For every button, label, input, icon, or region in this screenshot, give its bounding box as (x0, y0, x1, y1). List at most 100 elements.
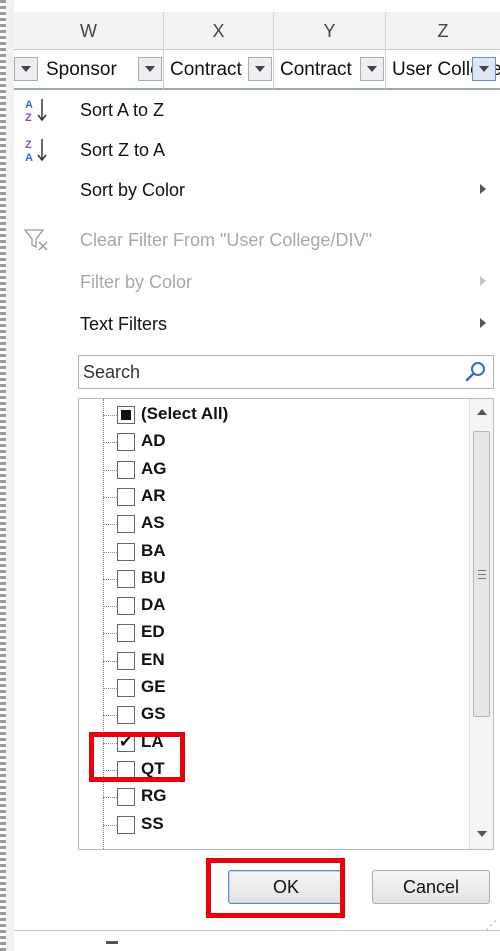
chevron-down-icon (145, 66, 155, 72)
checkbox[interactable] (117, 515, 135, 534)
filter-header-row: Sponsor Contract Contract User College/D… (14, 50, 500, 90)
list-item[interactable]: BA (79, 538, 455, 566)
list-item[interactable]: GS (79, 701, 455, 729)
checkbox[interactable] (117, 487, 135, 506)
menu-text-filters[interactable]: Text Filters (14, 304, 500, 344)
highlight-box-la (89, 732, 185, 782)
list-item[interactable]: (Select All) (79, 401, 455, 429)
sheet-gridline (14, 930, 500, 931)
tree-branch-line (103, 715, 117, 717)
tree-branch-line (103, 551, 117, 553)
list-item[interactable]: BU (79, 565, 455, 593)
list-item-label: ED (141, 622, 165, 642)
filter-dropdown-button[interactable] (14, 57, 38, 81)
column-header-label: X (212, 20, 225, 41)
list-item-label: (Select All) (141, 404, 229, 423)
list-item[interactable]: AS (79, 510, 455, 538)
scroll-down-icon[interactable] (477, 831, 487, 837)
checkbox[interactable] (117, 788, 135, 807)
tree-branch-line (103, 524, 117, 526)
column-header-label: Z (437, 20, 449, 41)
list-item-label: SS (141, 813, 164, 833)
submenu-arrow-icon (480, 184, 486, 194)
sort-ascending-icon: A Z (25, 99, 47, 124)
svg-text:A: A (25, 99, 33, 111)
scroll-up-icon[interactable] (477, 409, 487, 415)
cell-dash (106, 941, 118, 944)
list-item[interactable]: AG (79, 456, 455, 484)
tree-branch-line (103, 415, 117, 416)
menu-item-label: Text Filters (80, 313, 168, 334)
search-input[interactable] (79, 356, 449, 388)
tree-branch-line (103, 578, 117, 580)
menu-item-label: Sort A to Z (80, 99, 165, 120)
menu-sort-a-to-z[interactable]: A Z Sort A to Z (14, 90, 500, 130)
autofilter-menu: A Z Sort A to Z Z A Sort Z to A Sort by … (14, 90, 500, 951)
tree-branch-line (103, 633, 117, 635)
menu-item-label: Sort by Color (80, 179, 186, 200)
chevron-down-icon (367, 66, 377, 72)
menu-filter-by-color[interactable]: Filter by Color (14, 262, 500, 302)
menu-clear-filter[interactable]: Clear Filter From "User College/DIV" (14, 220, 500, 260)
checkbox[interactable] (117, 624, 135, 643)
highlight-box-ok (206, 858, 345, 918)
filter-cell-contract-2[interactable]: Contract (274, 50, 386, 90)
column-header-label: Y (323, 20, 336, 41)
checkbox[interactable] (117, 706, 135, 725)
tree-branch-line (103, 606, 117, 608)
list-item-label: AD (141, 431, 166, 451)
list-item[interactable]: DA (79, 592, 455, 620)
list-item-label: AG (141, 458, 167, 478)
tree-branch-line (103, 797, 117, 799)
list-scrollbar[interactable] (469, 399, 493, 849)
filter-cell-label: Sponsor (46, 59, 117, 80)
resize-grip-icon[interactable]: ⋰ (485, 918, 497, 932)
column-header-w[interactable]: W (14, 12, 164, 50)
checkbox[interactable] (117, 651, 135, 670)
list-item[interactable]: AD (79, 428, 455, 456)
menu-sort-by-color[interactable]: Sort by Color (14, 170, 500, 210)
list-item[interactable]: SS (79, 811, 455, 839)
filter-cell-contract-1[interactable]: Contract (164, 50, 274, 90)
list-item[interactable]: GE (79, 674, 455, 702)
filter-dropdown-button-active[interactable] (472, 57, 496, 81)
chevron-down-icon (255, 66, 265, 72)
filter-dropdown-button[interactable] (248, 57, 272, 81)
filter-cell-sponsor[interactable]: Sponsor (14, 50, 164, 90)
menu-sort-z-to-a[interactable]: Z A Sort Z to A (14, 130, 500, 170)
checkbox[interactable] (117, 597, 135, 616)
tree-branch-line (103, 469, 117, 471)
checkbox[interactable] (117, 433, 135, 452)
tree-branch-line (103, 442, 117, 444)
column-header-y[interactable]: Y (274, 12, 386, 50)
list-item[interactable]: AR (79, 483, 455, 511)
list-item-label: EN (141, 649, 165, 669)
checkbox[interactable] (117, 542, 135, 561)
list-item[interactable]: RG (79, 783, 455, 811)
scroll-thumb[interactable] (473, 431, 490, 717)
filter-cell-user-college[interactable]: User College/DIV (386, 50, 500, 90)
list-item-label: AS (141, 513, 165, 533)
submenu-arrow-icon (480, 276, 486, 286)
filter-dropdown-button[interactable] (138, 57, 162, 81)
checkbox[interactable] (117, 460, 135, 479)
tree-branch-line (103, 660, 117, 662)
column-header-x[interactable]: X (164, 12, 274, 50)
list-item[interactable]: EN (79, 647, 455, 675)
sheet-left-shade (6, 0, 14, 951)
list-item-label: GE (141, 677, 166, 696)
checkbox[interactable] (117, 569, 135, 588)
filter-dropdown-button[interactable] (360, 57, 384, 81)
tree-branch-line (103, 824, 117, 826)
list-item-label: BA (141, 540, 166, 560)
column-header-z[interactable]: Z (386, 12, 500, 50)
checkbox[interactable] (117, 815, 135, 834)
menu-item-label: Filter by Color (80, 271, 193, 292)
list-item-label: RG (141, 786, 167, 806)
checkbox[interactable] (117, 679, 135, 697)
checkbox[interactable] (117, 406, 135, 424)
cancel-button[interactable]: Cancel (372, 870, 490, 904)
chevron-down-icon (21, 66, 31, 72)
list-item[interactable]: ED (79, 619, 455, 647)
search-icon (465, 362, 485, 382)
